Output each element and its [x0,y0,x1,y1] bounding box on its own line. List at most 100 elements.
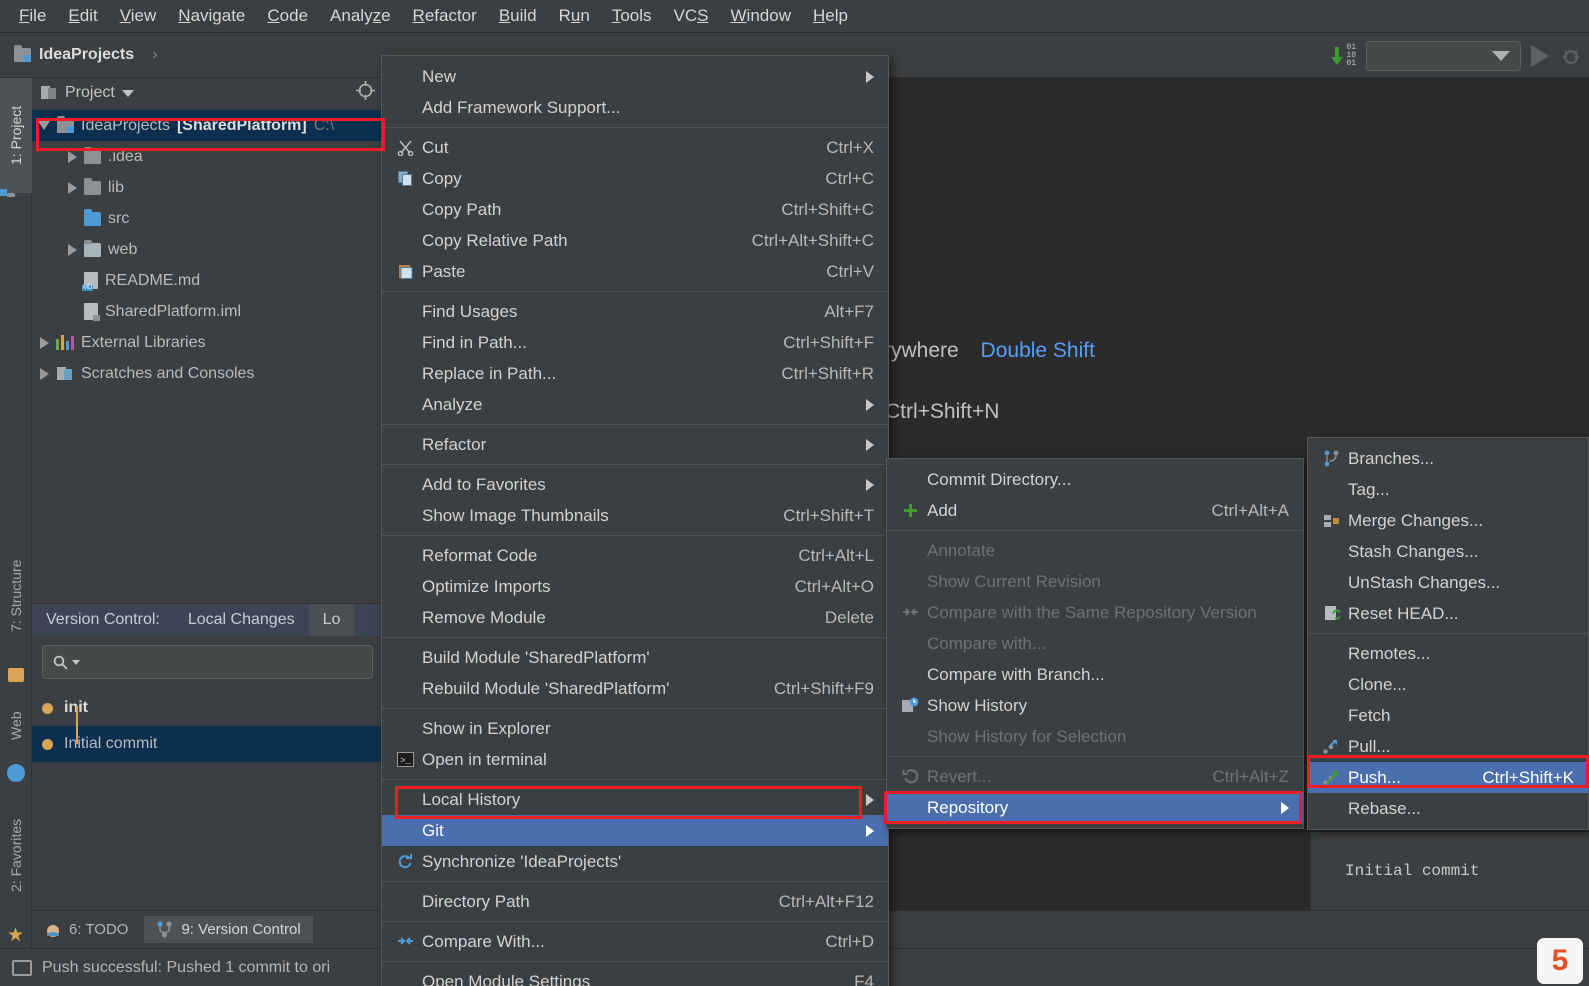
repo-menu-item-clone[interactable]: Clone... [1308,669,1588,700]
commit-row[interactable]: init [32,690,383,726]
bottom-item-version-control[interactable]: 9: Version Control [144,916,313,943]
menu-item-replace-in-path[interactable]: Replace in Path... Ctrl+Shift+R [382,358,888,389]
repo-menu-item-unstash-changes[interactable]: UnStash Changes... [1308,567,1588,598]
menu-item-add-to-favorites[interactable]: Add to Favorites [382,469,888,500]
chevron-right-icon[interactable] [68,150,77,163]
menubar-item-help[interactable]: Help [802,3,859,29]
menubar-item-run[interactable]: Run [548,3,601,29]
tree-node-idea[interactable]: .idea [32,141,383,172]
chevron-down-icon[interactable] [121,89,134,97]
menu-item-git[interactable]: Git [382,815,888,846]
tree-node-iml[interactable]: SharedPlatform.iml [32,296,383,327]
repo-menu-item-tag[interactable]: Tag... [1308,474,1588,505]
chevron-down-icon[interactable] [38,121,50,130]
tree-node-readme[interactable]: README.md [32,265,383,296]
vcs-search-input[interactable] [42,645,373,679]
repo-menu-item-branches[interactable]: Branches... [1308,443,1588,474]
tab-log[interactable]: Lo [308,604,355,636]
repo-menu-item-reset-head[interactable]: Reset HEAD... [1308,598,1588,629]
menu-item-label: Show in Explorer [422,718,551,738]
chevron-down-icon[interactable] [72,659,80,665]
git-menu-item-add[interactable]: Add Ctrl+Alt+A [887,495,1303,526]
menu-item-open-module-settings[interactable]: Open Module Settings F4 [382,966,888,986]
chevron-right-icon[interactable] [68,181,77,194]
menu-item-synchronize[interactable]: Synchronize 'IdeaProjects' [382,846,888,877]
chevron-right-icon[interactable] [40,336,49,349]
menu-item-show-in-explorer[interactable]: Show in Explorer [382,713,888,744]
tree-node-external-libraries[interactable]: External Libraries [32,327,383,358]
menu-item-find-usages[interactable]: Find Usages Alt+F7 [382,296,888,327]
repo-menu-item-merge-changes[interactable]: Merge Changes... [1308,505,1588,536]
menubar-item-file[interactable]: File [8,3,57,29]
menubar-item-tools[interactable]: Tools [601,3,663,29]
menu-item-build-module[interactable]: Build Module 'SharedPlatform' [382,642,888,673]
run-icon[interactable] [1531,45,1549,67]
breadcrumb[interactable]: IdeaProjects › [0,45,157,64]
menu-item-analyze[interactable]: Analyze [382,389,888,420]
menu-item-reformat-code[interactable]: Reformat Code Ctrl+Alt+L [382,540,888,571]
menu-item-label: Remotes... [1348,643,1431,663]
menubar-item-analyze[interactable]: Analyze [319,3,402,29]
menu-item-label: Commit Directory... [927,469,1072,489]
menu-item-cut[interactable]: Cut Ctrl+X [382,132,888,163]
menubar-item-refactor[interactable]: Refactor [402,3,488,29]
repo-menu-item-stash-changes[interactable]: Stash Changes... [1308,536,1588,567]
repo-menu-item-rebase[interactable]: Rebase... [1308,793,1588,824]
git-menu-item-show-history[interactable]: Show History [887,690,1303,721]
menu-item-remove-module[interactable]: Remove Module Delete [382,602,888,633]
menu-item-compare-with[interactable]: Compare With... Ctrl+D [382,926,888,957]
menu-item-copy-path[interactable]: Copy Path Ctrl+Shift+C [382,194,888,225]
run-configuration-selector[interactable] [1366,41,1521,71]
repo-menu-item-fetch[interactable]: Fetch [1308,700,1588,731]
tree-node-web[interactable]: web [32,234,383,265]
menu-item-shortcut: Ctrl+Shift+F9 [773,678,874,698]
commit-row[interactable]: Initial commit [32,726,383,762]
menu-item-rebuild-module[interactable]: Rebuild Module 'SharedPlatform' Ctrl+Shif… [382,673,888,704]
sidebar-item-web[interactable]: Web [0,688,32,763]
project-view-icon [41,86,56,99]
sidebar-item-project[interactable]: 1: Project [0,78,32,193]
menu-item-add-framework-support[interactable]: Add Framework Support... [382,92,888,123]
menu-item-open-in-terminal[interactable]: >_ Open in terminal [382,744,888,775]
project-tool-window: Project IdeaProjects [SharedPlatform] C:… [32,78,384,603]
repo-menu-item-push[interactable]: Push... Ctrl+Shift+K [1308,762,1588,793]
menubar-item-code[interactable]: Code [256,3,319,29]
chevron-right-icon[interactable] [40,367,49,380]
menubar-item-edit[interactable]: Edit [57,3,108,29]
sidebar-item-favorites[interactable]: 2: Favorites [0,788,32,923]
chevron-right-icon[interactable] [68,243,77,256]
history-icon [899,697,921,714]
debug-icon[interactable] [1559,44,1583,68]
menubar-item-view[interactable]: View [109,3,168,29]
menu-item-new[interactable]: New [382,61,888,92]
git-menu-item-repository[interactable]: Repository [887,792,1303,823]
menu-item-find-in-path[interactable]: Find in Path... Ctrl+Shift+F [382,327,888,358]
menubar-item-vcs[interactable]: VCS [663,3,720,29]
sidebar-item-structure[interactable]: 7: Structure [0,526,32,666]
tree-node-label: README.md [105,271,201,289]
menu-item-refactor[interactable]: Refactor [382,429,888,460]
bottom-item-todo[interactable]: 6: TODO [32,916,140,943]
menu-item-show-image-thumbnails[interactable]: Show Image Thumbnails Ctrl+Shift+T [382,500,888,531]
tree-node-ideaprojects[interactable]: IdeaProjects [SharedPlatform] C:\ [32,110,383,141]
menu-item-copy-relative-path[interactable]: Copy Relative Path Ctrl+Alt+Shift+C [382,225,888,256]
locate-in-tree-icon[interactable] [356,81,375,105]
git-menu-item-commit-directory[interactable]: Commit Directory... [887,464,1303,495]
menubar-item-navigate[interactable]: Navigate [167,3,256,29]
tree-node-src[interactable]: src [32,203,383,234]
repo-menu-item-remotes[interactable]: Remotes... [1308,638,1588,669]
tree-node-lib[interactable]: lib [32,172,383,203]
git-menu-item-compare-with-branch[interactable]: Compare with Branch... [887,659,1303,690]
terminal-window-icon[interactable] [12,959,32,976]
tab-local-changes[interactable]: Local Changes [174,611,309,629]
download-binary-icon[interactable]: 01 10 01 [1328,44,1356,68]
menu-item-paste[interactable]: Paste Ctrl+V [382,256,888,287]
menu-item-copy[interactable]: Copy Ctrl+C [382,163,888,194]
repo-menu-item-pull[interactable]: Pull... [1308,731,1588,762]
menu-item-optimize-imports[interactable]: Optimize Imports Ctrl+Alt+O [382,571,888,602]
menu-item-local-history[interactable]: Local History [382,784,888,815]
menubar-item-build[interactable]: Build [488,3,548,29]
tree-node-scratches[interactable]: Scratches and Consoles [32,358,383,389]
menu-item-directory-path[interactable]: Directory Path Ctrl+Alt+F12 [382,886,888,917]
menubar-item-window[interactable]: Window [720,3,802,29]
